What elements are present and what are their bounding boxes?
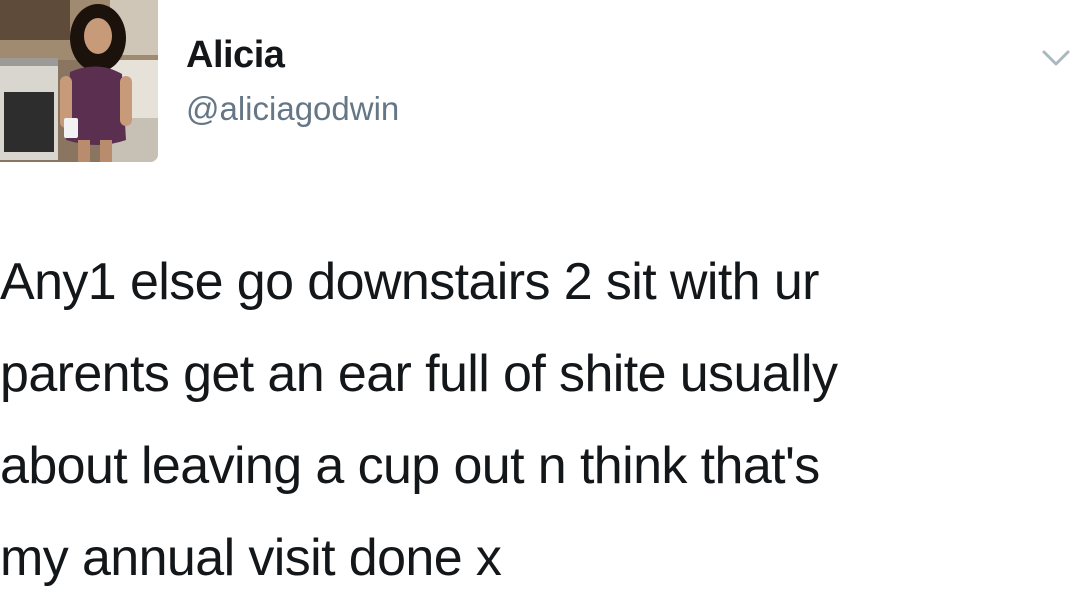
author-avatar[interactable] (0, 0, 158, 162)
tweet-text-line: my annual visit done x (0, 529, 502, 587)
tweet-menu-button[interactable] (1040, 44, 1072, 72)
avatar-photo-icon (0, 0, 158, 162)
author-name[interactable]: Alicia (186, 34, 285, 77)
chevron-down-icon (1042, 50, 1070, 66)
author-handle[interactable]: @aliciagodwin (186, 90, 399, 128)
tweet-text-line: parents get an ear full of shite usually (0, 345, 838, 403)
tweet-card: Alicia @aliciagodwin Any1 else go downst… (0, 0, 1080, 600)
tweet-text-line: Any1 else go downstairs 2 sit with ur (0, 253, 819, 311)
tweet-text-line: about leaving a cup out n think that's (0, 437, 820, 495)
tweet-text: Any1 else go downstairs 2 sit with ur pa… (0, 236, 1060, 604)
